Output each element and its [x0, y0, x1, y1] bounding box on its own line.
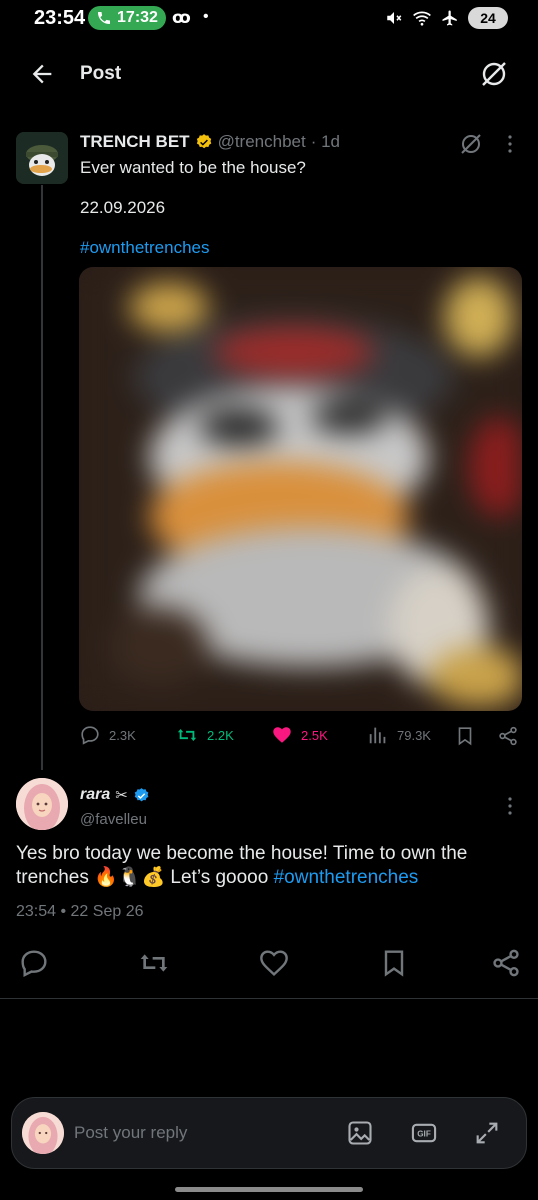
airplane-icon	[442, 10, 457, 26]
back-arrow-icon[interactable]	[28, 60, 56, 88]
page-title: Post	[80, 63, 122, 84]
author-handle[interactable]: @trenchbet	[218, 132, 306, 152]
reply-timestamp: 23:54 • 22 Sep 26	[16, 903, 144, 920]
like-count: 2.5K	[301, 727, 328, 743]
repost-count: 2.2K	[207, 727, 234, 743]
status-bar: 23:54 17:32 ꝏ • 24	[0, 0, 538, 38]
views-button[interactable]: 79.3K	[367, 724, 431, 746]
wifi-icon	[413, 11, 431, 26]
post-header: TRENCH BET @trenchbet · 1d	[80, 132, 340, 152]
share-icon[interactable]	[490, 947, 522, 979]
post-text-line: Ever wanted to be the house?	[80, 158, 306, 177]
call-duration: 17:32	[117, 9, 158, 26]
status-time: 23:54	[34, 7, 86, 29]
more-icon[interactable]	[502, 796, 518, 816]
battery-indicator: 24	[468, 7, 508, 29]
share-icon[interactable]	[497, 724, 519, 748]
reply-composer[interactable]: Post your reply GIF	[11, 1097, 527, 1169]
verified-gold-badge-icon	[196, 134, 211, 149]
reply-action-bar	[0, 947, 538, 979]
more-icon[interactable]	[502, 134, 518, 154]
grok-icon[interactable]	[458, 131, 484, 157]
post-age: · 1d	[310, 132, 340, 151]
expand-icon[interactable]	[473, 1119, 501, 1147]
avatar[interactable]	[16, 132, 68, 184]
rara-avatar-image	[16, 778, 68, 830]
author-handle[interactable]: @favelleu	[80, 811, 147, 828]
repost-icon[interactable]	[138, 947, 170, 979]
phone-icon	[98, 12, 111, 24]
blurred-duck-image	[79, 267, 522, 711]
svg-text:GIF: GIF	[417, 1130, 431, 1139]
author-name: rara	[80, 786, 111, 803]
avatar[interactable]	[16, 778, 68, 830]
avatar	[22, 1112, 64, 1154]
reply-text: Yes bro today we become the house! Time …	[16, 842, 516, 890]
reply-count: 2.3K	[109, 727, 136, 743]
battery-level: 24	[480, 10, 496, 26]
scissors-emoji-icon: ✂	[115, 787, 128, 804]
repost-icon	[177, 729, 197, 741]
post-hashtag[interactable]: #ownthetrenches	[80, 238, 209, 258]
ongoing-call-chip[interactable]: 17:32	[88, 6, 166, 30]
thread-connector-line	[41, 185, 43, 770]
reply-icon[interactable]	[18, 947, 50, 979]
view-count: 79.3K	[397, 727, 431, 743]
reply-author[interactable]: rara ✂	[80, 786, 150, 804]
heart-icon[interactable]	[258, 947, 290, 979]
bookmark-icon[interactable]	[454, 724, 476, 748]
post-text-line: 22.09.2026	[80, 198, 166, 217]
reply-icon	[81, 726, 99, 745]
post-action-bar: 2.3K 2.2K 2.5K 79.3K	[79, 724, 524, 752]
gif-icon[interactable]: GIF	[410, 1119, 438, 1147]
mute-icon	[387, 12, 402, 24]
reply-button[interactable]: 2.3K	[79, 724, 136, 746]
grok-icon[interactable]	[478, 58, 510, 90]
composer-avatar-image	[22, 1112, 64, 1154]
top-app-bar: Post	[0, 52, 538, 96]
post-media-image[interactable]	[79, 267, 522, 711]
views-icon	[369, 727, 386, 744]
bookmark-icon[interactable]	[378, 947, 410, 979]
reply-input[interactable]: Post your reply	[74, 1123, 187, 1143]
image-icon[interactable]	[346, 1119, 374, 1147]
divider	[0, 998, 538, 999]
heart-icon	[273, 727, 291, 743]
notification-dot-icon: •	[203, 8, 209, 25]
app-notification-icon: ꝏ	[172, 8, 191, 27]
verified-badge-icon	[134, 787, 149, 801]
like-button[interactable]: 2.5K	[271, 724, 328, 746]
repost-button[interactable]: 2.2K	[175, 724, 234, 746]
reply-hashtag[interactable]: #ownthetrenches	[274, 867, 419, 888]
status-right: 24	[385, 7, 508, 29]
gesture-home-bar[interactable]	[175, 1187, 363, 1192]
author-name[interactable]: TRENCH BET	[80, 132, 190, 152]
trench-duck-avatar-image	[16, 132, 68, 184]
